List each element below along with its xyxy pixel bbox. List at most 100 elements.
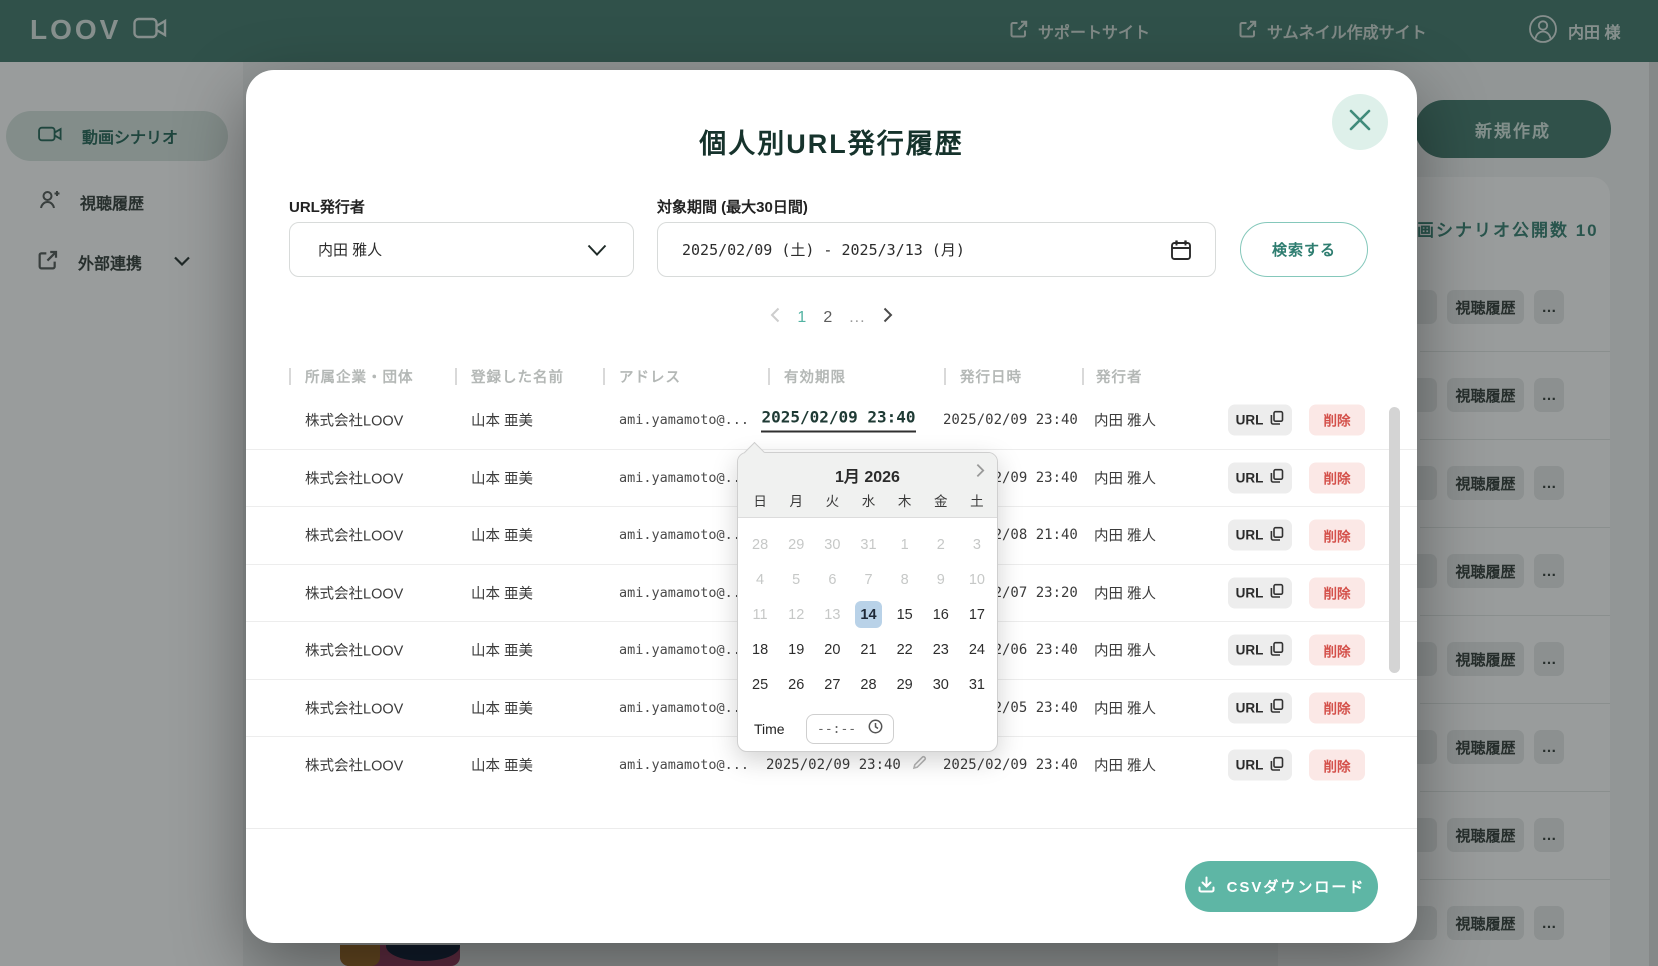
- calendar-day[interactable]: 28: [742, 527, 778, 562]
- url-button-label: URL: [1236, 470, 1264, 485]
- calendar-day[interactable]: 18: [742, 632, 778, 667]
- calendar-day[interactable]: 1: [887, 527, 923, 562]
- calendar-day[interactable]: 24: [959, 632, 995, 667]
- delete-button[interactable]: 削除: [1309, 635, 1365, 666]
- pagination-page-1[interactable]: 1: [797, 309, 806, 327]
- calendar-day[interactable]: 31: [959, 667, 995, 702]
- calendar-grid: 2829303112345678910111213141516171819202…: [742, 527, 995, 702]
- delete-button[interactable]: 削除: [1309, 750, 1365, 781]
- copy-url-button[interactable]: URL: [1228, 462, 1292, 493]
- address-cell: ami.yamamoto@...: [619, 585, 749, 601]
- column-separator: [944, 368, 946, 385]
- calendar-day-selected[interactable]: 14: [850, 597, 886, 632]
- issuer-cell: 内田 雅人: [1094, 467, 1156, 488]
- calendar-day[interactable]: 13: [814, 597, 850, 632]
- next-month-icon[interactable]: [976, 463, 985, 483]
- calendar-day[interactable]: 26: [778, 667, 814, 702]
- modal-title: 個人別URL発行履歴: [246, 122, 1417, 161]
- column-separator: [1082, 368, 1084, 385]
- pagination-next-icon[interactable]: [883, 307, 893, 328]
- copy-url-button[interactable]: URL: [1228, 692, 1292, 723]
- calendar-day[interactable]: 12: [778, 597, 814, 632]
- calendar-day[interactable]: 29: [887, 667, 923, 702]
- issuer-field-label: URL発行者: [289, 196, 365, 217]
- calendar-day[interactable]: 21: [850, 632, 886, 667]
- calendar-day[interactable]: 4: [742, 562, 778, 597]
- calendar-day[interactable]: 5: [778, 562, 814, 597]
- copy-url-button[interactable]: URL: [1228, 404, 1292, 435]
- calendar-day[interactable]: 20: [814, 632, 850, 667]
- calendar-day[interactable]: 31: [850, 527, 886, 562]
- time-value: --:--: [817, 722, 856, 737]
- edit-expiry-icon[interactable]: [912, 755, 927, 775]
- copy-url-button[interactable]: URL: [1228, 577, 1292, 608]
- issuer-cell: 内田 雅人: [1094, 525, 1156, 546]
- name-cell: 山本 亜美: [471, 697, 533, 718]
- clock-icon: [868, 719, 883, 739]
- url-history-modal: 個人別URL発行履歴 URL発行者 内田 雅人 対象期間 (最大30日間) 20…: [246, 70, 1417, 943]
- issuer-cell: 内田 雅人: [1094, 755, 1156, 776]
- calendar-day[interactable]: 22: [887, 632, 923, 667]
- column-header: アドレス: [619, 366, 681, 387]
- company-cell: 株式会社LOOV: [305, 640, 403, 661]
- delete-button[interactable]: 削除: [1309, 692, 1365, 723]
- period-range-input[interactable]: 2025/02/09 (土) - 2025/3/13 (月): [657, 222, 1216, 277]
- url-button-label: URL: [1236, 643, 1264, 658]
- copy-icon: [1270, 699, 1284, 717]
- issuer-cell: 内田 雅人: [1094, 409, 1156, 430]
- calendar-day[interactable]: 9: [923, 562, 959, 597]
- company-cell: 株式会社LOOV: [305, 409, 403, 430]
- address-cell: ami.yamamoto@...: [619, 527, 749, 543]
- calendar-day[interactable]: 6: [814, 562, 850, 597]
- date-picker-popup: 1月 2026 日月火水木金土 282930311234567891011121…: [737, 452, 998, 752]
- delete-button[interactable]: 削除: [1309, 404, 1365, 435]
- issuer-select[interactable]: 内田 雅人: [289, 222, 634, 277]
- name-cell: 山本 亜美: [471, 582, 533, 603]
- delete-button[interactable]: 削除: [1309, 462, 1365, 493]
- table-scrollbar[interactable]: [1389, 407, 1400, 673]
- calendar-day[interactable]: 19: [778, 632, 814, 667]
- pagination-page-2[interactable]: 2: [823, 309, 832, 327]
- copy-url-button[interactable]: URL: [1228, 635, 1292, 666]
- pagination: 1 2 ...: [246, 307, 1417, 328]
- address-cell: ami.yamamoto@...: [619, 412, 749, 428]
- calendar-day[interactable]: 7: [850, 562, 886, 597]
- search-button[interactable]: 検索する: [1240, 222, 1368, 277]
- name-cell: 山本 亜美: [471, 640, 533, 661]
- calendar-day[interactable]: 17: [959, 597, 995, 632]
- calendar-day[interactable]: 28: [850, 667, 886, 702]
- expiry-date-input[interactable]: 2025/02/09 23:40: [761, 407, 916, 432]
- calendar-day[interactable]: 10: [959, 562, 995, 597]
- copy-icon: [1270, 526, 1284, 544]
- calendar-day[interactable]: 27: [814, 667, 850, 702]
- calendar-day[interactable]: 2: [923, 527, 959, 562]
- copy-icon: [1270, 469, 1284, 487]
- url-button-label: URL: [1236, 412, 1264, 427]
- copy-url-button[interactable]: URL: [1228, 750, 1292, 781]
- calendar-time-row: Time --:--: [754, 714, 983, 744]
- copy-icon: [1270, 411, 1284, 429]
- calendar-day[interactable]: 29: [778, 527, 814, 562]
- url-button-label: URL: [1236, 758, 1264, 773]
- delete-button[interactable]: 削除: [1309, 520, 1365, 551]
- csv-download-button[interactable]: CSVダウンロード: [1185, 861, 1378, 912]
- calendar-day[interactable]: 25: [742, 667, 778, 702]
- column-separator: [455, 368, 457, 385]
- calendar-day[interactable]: 16: [923, 597, 959, 632]
- calendar-day[interactable]: 23: [923, 632, 959, 667]
- pagination-prev-icon[interactable]: [770, 307, 780, 328]
- weekday-label: 月: [778, 490, 814, 510]
- pagination-ellipsis: ...: [849, 309, 865, 327]
- calendar-day[interactable]: 3: [959, 527, 995, 562]
- calendar-day[interactable]: 11: [742, 597, 778, 632]
- column-separator: [603, 368, 605, 385]
- delete-button[interactable]: 削除: [1309, 577, 1365, 608]
- time-input[interactable]: --:--: [806, 714, 894, 744]
- copy-url-button[interactable]: URL: [1228, 520, 1292, 551]
- issued-datetime-cell: 2025/02/09 23:40: [943, 757, 1078, 773]
- calendar-day[interactable]: 30: [923, 667, 959, 702]
- calendar-day[interactable]: 30: [814, 527, 850, 562]
- calendar-day[interactable]: 8: [887, 562, 923, 597]
- calendar-day[interactable]: 15: [887, 597, 923, 632]
- column-header: 有効期限: [784, 366, 846, 387]
